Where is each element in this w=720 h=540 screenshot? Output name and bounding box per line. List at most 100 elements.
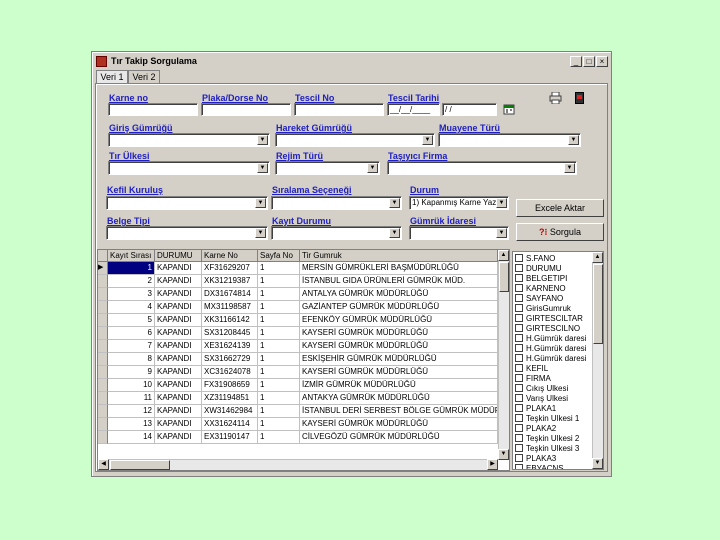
table-cell[interactable]: KAYSERİ GÜMRÜK MÜDÜRLÜĞÜ xyxy=(300,340,498,353)
table-cell[interactable]: 1 xyxy=(258,314,300,327)
excel-export-button[interactable]: Excele Aktar xyxy=(516,199,604,217)
table-cell[interactable]: 1 xyxy=(258,418,300,431)
checklist-item[interactable]: EBYACNS xyxy=(515,464,593,469)
table-cell[interactable]: KAYSERİ GÜMRÜK MÜDÜRLÜĞÜ xyxy=(300,418,498,431)
table-cell[interactable]: KAPANDI xyxy=(155,392,202,405)
table-cell[interactable]: İSTANBUL DERİ SERBEST BÖLGE GÜMRÜK MÜDÜR… xyxy=(300,405,498,418)
table-row[interactable]: ▶ 1 KAPANDI XF31629207 1 MERSİN GÜMRÜKLERİ BA… xyxy=(98,262,498,275)
muayene-turu-combo[interactable]: ▼ xyxy=(438,133,581,147)
column-header[interactable]: Kayıt Sırası xyxy=(108,250,155,262)
chevron-down-icon[interactable]: ▼ xyxy=(389,198,400,208)
table-cell[interactable]: KAYSERİ GÜMRÜK MÜDÜRLÜĞÜ xyxy=(300,327,498,340)
row-indicator[interactable] xyxy=(98,418,108,431)
table-row[interactable]: 6 KAPANDI SX31208445 1 KAYSERİ GÜMRÜK MÜDÜRL… xyxy=(98,327,498,340)
checklist-item[interactable]: Cıkış Ulkesi xyxy=(515,384,593,394)
grid-horizontal-scrollbar[interactable]: ◀ ▶ xyxy=(98,459,498,470)
column-checklist[interactable]: S.FANO DURUMU BELGETIPI KARNENO SAYFANO Giris… xyxy=(512,251,604,470)
table-cell[interactable]: 7 xyxy=(108,340,155,353)
checklist-item[interactable]: H.Gümrük daresi xyxy=(515,344,593,354)
checkbox[interactable] xyxy=(515,414,523,422)
column-header[interactable]: DURUMU xyxy=(155,250,202,262)
table-cell[interactable]: XK31219387 xyxy=(202,275,258,288)
title-bar[interactable]: Tır Takip Sorgulama _ □ × xyxy=(94,54,609,70)
checkbox[interactable] xyxy=(515,364,523,372)
chevron-down-icon[interactable]: ▼ xyxy=(389,228,400,238)
table-cell[interactable]: 1 xyxy=(258,405,300,418)
table-cell[interactable]: 1 xyxy=(258,379,300,392)
checkbox[interactable] xyxy=(515,284,523,292)
checklist-item[interactable]: H.Gümrük daresi xyxy=(515,334,593,344)
checkbox[interactable] xyxy=(515,334,523,342)
table-row[interactable]: 13 KAPANDI XX31624114 1 KAYSERİ GÜMRÜK MÜDÜR… xyxy=(98,418,498,431)
row-indicator[interactable] xyxy=(98,275,108,288)
siralama-combo[interactable]: ▼ xyxy=(271,196,402,210)
table-cell[interactable]: KAPANDI xyxy=(155,262,202,275)
chevron-down-icon[interactable]: ▼ xyxy=(496,198,507,208)
checklist-item[interactable]: S.FANO xyxy=(515,254,593,264)
table-cell[interactable]: KAPANDI xyxy=(155,405,202,418)
table-cell[interactable]: SX31208445 xyxy=(202,327,258,340)
table-cell[interactable]: KAYSERİ GÜMRÜK MÜDÜRLÜĞÜ xyxy=(300,366,498,379)
table-cell[interactable]: 9 xyxy=(108,366,155,379)
kefil-kurulus-combo[interactable]: ▼ xyxy=(106,196,268,210)
checkbox[interactable] xyxy=(515,344,523,352)
checkbox[interactable] xyxy=(515,294,523,302)
tescil-tarihi-to[interactable]: / / xyxy=(442,103,497,116)
table-cell[interactable]: İZMİR GÜMRÜK MÜDÜRLÜĞÜ xyxy=(300,379,498,392)
table-cell[interactable]: MERSİN GÜMRÜKLERİ BAŞMÜDÜRLÜĞÜ xyxy=(300,262,498,275)
checkbox[interactable] xyxy=(515,274,523,282)
table-row[interactable]: 8 KAPANDI SX31662729 1 ESKİŞEHİR GÜMRÜK MÜDÜ… xyxy=(98,353,498,366)
checklist-item[interactable]: Teşkin Ulkesi 2 xyxy=(515,434,593,444)
checklist-item[interactable]: KARNENO xyxy=(515,284,593,294)
checkbox[interactable] xyxy=(515,384,523,392)
table-row[interactable]: 7 KAPANDI XE31624139 1 KAYSERİ GÜMRÜK MÜDÜRL… xyxy=(98,340,498,353)
table-cell[interactable]: KAPANDI xyxy=(155,288,202,301)
table-cell[interactable]: 2 xyxy=(108,275,155,288)
table-cell[interactable]: MX31198587 xyxy=(202,301,258,314)
table-cell[interactable]: KAPANDI xyxy=(155,418,202,431)
table-row[interactable]: 4 KAPANDI MX31198587 1 GAZİANTEP GÜMRÜK MÜDÜ… xyxy=(98,301,498,314)
table-cell[interactable]: 14 xyxy=(108,431,155,444)
table-row[interactable]: 12 KAPANDI XW31462984 1 İSTANBUL DERİ SERBES… xyxy=(98,405,498,418)
column-header[interactable]: Sayfa No xyxy=(258,250,300,262)
checkbox[interactable] xyxy=(515,464,523,469)
checkbox[interactable] xyxy=(515,424,523,432)
checklist-item[interactable]: GIRTESCILNO xyxy=(515,324,593,334)
kayit-durumu-combo[interactable]: ▼ xyxy=(271,226,402,240)
chevron-down-icon[interactable]: ▼ xyxy=(257,163,268,173)
minimize-button[interactable]: _ xyxy=(570,56,582,67)
table-cell[interactable]: 11 xyxy=(108,392,155,405)
chevron-down-icon[interactable]: ▼ xyxy=(496,228,507,238)
chevron-down-icon[interactable]: ▼ xyxy=(422,135,433,145)
checklist-item[interactable]: DURUMU xyxy=(515,264,593,274)
table-row[interactable]: 3 KAPANDI DX31674814 1 ANTALYA GÜMRÜK MÜDÜRL… xyxy=(98,288,498,301)
tir-ulkesi-combo[interactable]: ▼ xyxy=(108,161,270,175)
table-cell[interactable]: 1 xyxy=(258,301,300,314)
row-indicator[interactable] xyxy=(98,366,108,379)
chevron-down-icon[interactable]: ▼ xyxy=(255,198,266,208)
table-cell[interactable]: 1 xyxy=(258,392,300,405)
checkbox[interactable] xyxy=(515,324,523,332)
close-button[interactable]: × xyxy=(596,56,608,67)
scroll-left-icon[interactable]: ◀ xyxy=(98,459,109,470)
printer-icon[interactable] xyxy=(549,91,562,105)
durum-combo[interactable]: 1) Kapanmış Karne Yazdır ▼ xyxy=(409,196,509,210)
table-cell[interactable]: XX31624114 xyxy=(202,418,258,431)
table-cell[interactable]: KAPANDI xyxy=(155,340,202,353)
table-cell[interactable]: EX31190147 xyxy=(202,431,258,444)
scroll-down-icon[interactable]: ▼ xyxy=(592,458,603,469)
table-row[interactable]: 2 KAPANDI XK31219387 1 İSTANBUL GIDA ÜRÜNLER… xyxy=(98,275,498,288)
table-cell[interactable]: XE31624139 xyxy=(202,340,258,353)
row-indicator[interactable] xyxy=(98,405,108,418)
table-cell[interactable]: 12 xyxy=(108,405,155,418)
row-indicator[interactable] xyxy=(98,431,108,444)
chevron-down-icon[interactable]: ▼ xyxy=(257,135,268,145)
calendar-icon[interactable] xyxy=(503,103,515,115)
checklist-item[interactable]: FIRMA xyxy=(515,374,593,384)
checklist-item[interactable]: BELGETIPI xyxy=(515,274,593,284)
table-row[interactable]: 14 KAPANDI EX31190147 1 CİLVEGÖZÜ GÜMRÜK MÜD… xyxy=(98,431,498,444)
table-cell[interactable]: 6 xyxy=(108,327,155,340)
maximize-button[interactable]: □ xyxy=(583,56,595,67)
giris-gumrugu-combo[interactable]: ▼ xyxy=(108,133,270,147)
tescil-no-input[interactable] xyxy=(294,103,384,116)
